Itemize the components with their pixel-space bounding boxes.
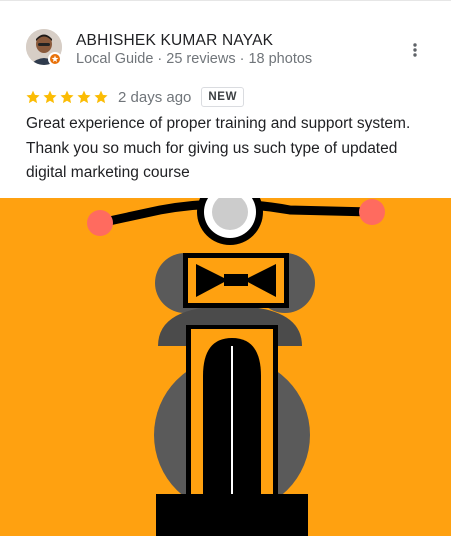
more-options-button[interactable]: [404, 39, 426, 61]
star-icon: [94, 90, 108, 104]
star-icon: [60, 90, 74, 104]
local-guide-badge-icon: [48, 52, 62, 66]
new-badge: NEW: [201, 87, 245, 107]
review-card: ABHISHEK KUMAR NAYAK Local Guide · 25 re…: [0, 0, 451, 198]
star-icon: [43, 90, 57, 104]
review-photo[interactable]: [0, 198, 451, 536]
star-icon: [26, 90, 40, 104]
rating-row: 2 days ago NEW: [25, 86, 245, 108]
reviewer-meta: Local Guide · 25 reviews · 18 photos: [76, 51, 313, 67]
more-vert-icon: [413, 43, 417, 57]
review-text: Great experience of proper training and …: [26, 115, 411, 181]
review-date: 2 days ago: [118, 88, 192, 106]
reviewer-name[interactable]: ABHISHEK KUMAR NAYAK: [76, 32, 273, 50]
star-icon: [77, 90, 91, 104]
star-rating: [25, 89, 109, 105]
